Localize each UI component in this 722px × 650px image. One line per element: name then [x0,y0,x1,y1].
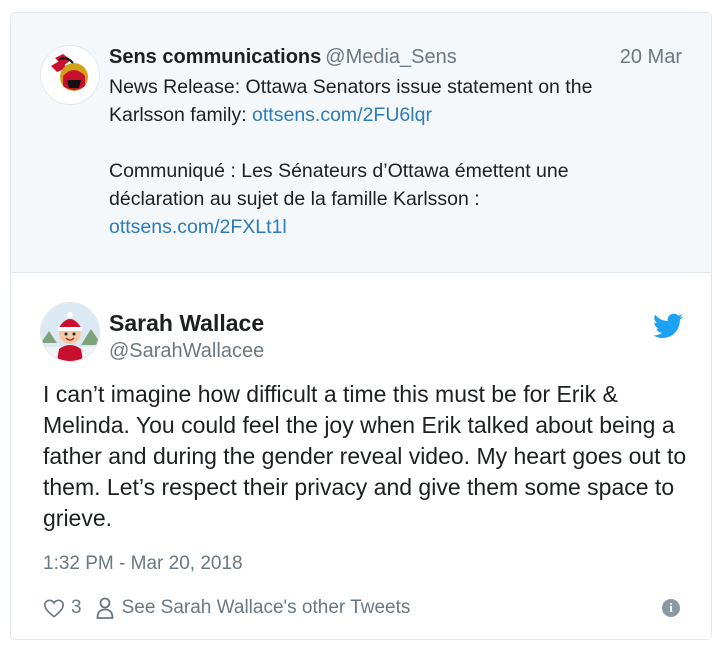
author-name[interactable]: Sarah Wallace [109,309,264,337]
like-count[interactable]: 3 [71,595,82,621]
twitter-bird-icon[interactable] [653,313,683,339]
quoted-tweet-date[interactable]: 20 Mar [620,44,682,70]
info-icon[interactable]: i [662,599,680,617]
quoted-tweet[interactable]: Sens communications @Media_Sens 20 Mar Ne… [11,13,711,273]
quoted-link-fr[interactable]: ottsens.com/2FXLt1l [109,216,287,238]
quoted-text-fr: Communiqué : Les Sénateurs d’Ottawa émet… [109,160,569,210]
quoted-link-en[interactable]: ottsens.com/2FU6lqr [252,104,432,126]
tweet-card: Sens communications @Media_Sens 20 Mar Ne… [10,12,712,640]
heart-outline-icon[interactable] [43,598,65,618]
author-handle[interactable]: @SarahWallacee [109,339,264,363]
tweet-actions: 3 See Sarah Wallace's other Tweets [43,595,410,621]
bitmoji-avatar-icon[interactable] [40,302,100,362]
senators-logo-icon[interactable] [40,45,100,105]
profile-tweets-link[interactable]: See Sarah Wallace's other Tweets [122,595,411,621]
tweet-timestamp[interactable]: 1:32 PM - Mar 20, 2018 [43,552,243,576]
quoted-tweet-text: News Release: Ottawa Senators issue stat… [109,73,639,241]
quoted-paragraph-en: News Release: Ottawa Senators issue stat… [109,73,639,129]
person-icon[interactable] [96,597,114,619]
quoted-tweet-header: Sens communications @Media_Sens 20 Mar [109,44,682,70]
quoted-author-name[interactable]: Sens communications [109,46,321,68]
tweet-text: I can’t imagine how difficult a time thi… [43,381,687,531]
quoted-paragraph-fr: Communiqué : Les Sénateurs d’Ottawa émet… [109,157,639,241]
quoted-author-handle[interactable]: @Media_Sens [325,46,456,68]
